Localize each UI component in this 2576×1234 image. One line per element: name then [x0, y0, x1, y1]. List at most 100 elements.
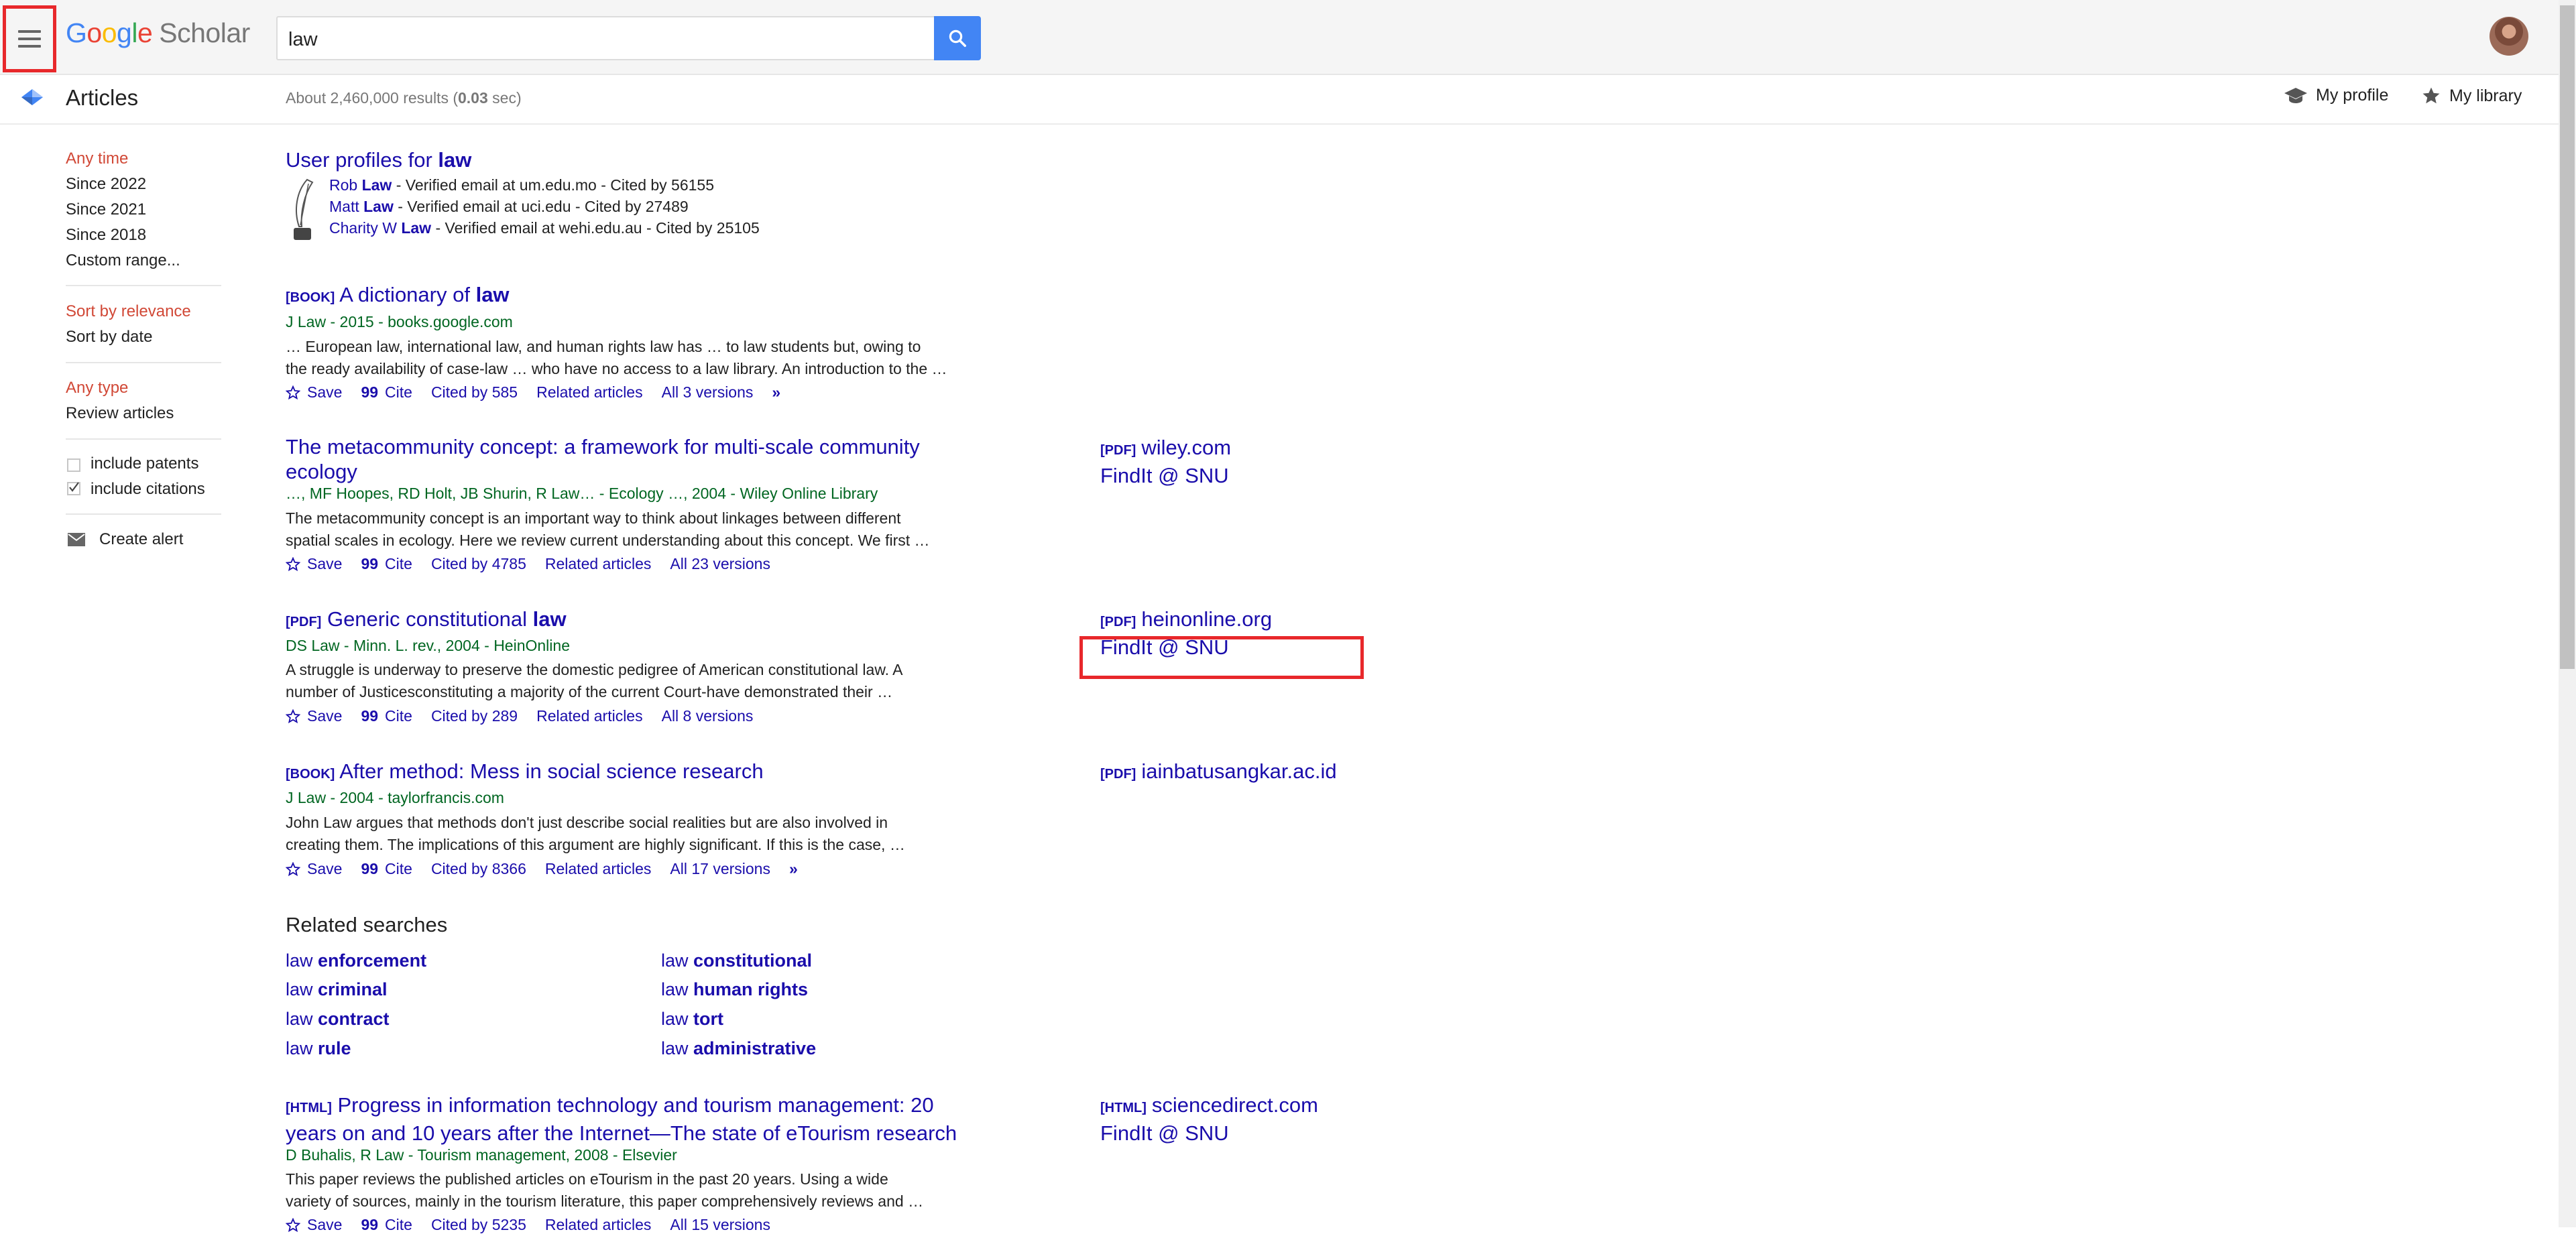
search-button[interactable] — [934, 16, 981, 60]
sidebar-divider — [66, 285, 221, 286]
result-snippet: The metacommunity concept is an importan… — [286, 509, 930, 549]
filter-since-2022[interactable]: Since 2022 — [66, 175, 146, 194]
cited-by-link[interactable]: Cited by 289 — [431, 707, 518, 725]
profile-link[interactable]: Charity W Law — [329, 219, 431, 237]
save-button[interactable]: Save — [307, 383, 342, 402]
cite-button[interactable]: Cite — [385, 383, 412, 402]
save-button[interactable]: Save — [307, 707, 342, 725]
related-search-link[interactable]: law contract — [286, 1009, 390, 1030]
my-library-link[interactable]: My library — [2421, 86, 2522, 106]
result-title[interactable]: [BOOK] A dictionary of law — [286, 282, 510, 310]
cited-by-link[interactable]: Cited by 585 — [431, 383, 518, 402]
create-alert-link[interactable] — [67, 532, 86, 550]
scholar-cap-icon — [21, 89, 43, 105]
more-chevron-icon[interactable]: » — [789, 860, 798, 878]
star-outline-icon[interactable] — [286, 385, 300, 400]
related-articles-link[interactable]: Related articles — [536, 707, 643, 725]
save-button[interactable]: Save — [307, 860, 342, 878]
related-articles-link[interactable]: Related articles — [536, 383, 643, 402]
account-avatar[interactable] — [2490, 17, 2528, 56]
related-articles-link[interactable]: Related articles — [545, 555, 652, 573]
sort-by-relevance[interactable]: Sort by relevance — [66, 302, 191, 321]
result-meta: D Buhalis, R Law - Tourism management, 2… — [286, 1146, 677, 1164]
scrollbar-thumb[interactable] — [2560, 5, 2575, 669]
more-chevron-icon[interactable]: » — [772, 383, 780, 402]
related-search-link[interactable]: law human rights — [661, 979, 808, 1000]
star-outline-icon[interactable] — [286, 1217, 300, 1233]
type-any[interactable]: Any type — [66, 379, 128, 397]
user-profiles-title[interactable]: User profiles for law — [286, 147, 471, 172]
findit-link[interactable]: FindIt @ SNU — [1100, 464, 1229, 488]
quote-icon[interactable]: 99 — [361, 555, 378, 573]
related-articles-link[interactable]: Related articles — [545, 1216, 652, 1234]
cite-button[interactable]: Cite — [385, 1216, 412, 1234]
type-review-articles[interactable]: Review articles — [66, 404, 174, 423]
star-outline-icon[interactable] — [286, 708, 300, 724]
all-versions-link[interactable]: All 8 versions — [662, 707, 754, 725]
result-title[interactable]: [BOOK] After method: Mess in social scie… — [286, 759, 764, 787]
related-search-link[interactable]: law rule — [286, 1038, 351, 1059]
result-title[interactable]: The metacommunity concept: a framework f… — [286, 434, 920, 484]
result-title[interactable]: [HTML] Progress in information technolog… — [286, 1093, 957, 1146]
save-button[interactable]: Save — [307, 555, 342, 573]
profile-link[interactable]: Matt Law — [329, 198, 394, 215]
cited-by-link[interactable]: Cited by 4785 — [431, 555, 526, 573]
cite-button[interactable]: Cite — [385, 860, 412, 878]
cited-by-link[interactable]: Cited by 5235 — [431, 1216, 526, 1234]
result-actions: Save 99 Cite Cited by 5235 Related artic… — [286, 1216, 789, 1234]
star-outline-icon[interactable] — [286, 861, 300, 877]
findit-link[interactable]: FindIt @ SNU — [1100, 1121, 1229, 1146]
all-versions-link[interactable]: All 23 versions — [670, 555, 770, 573]
pdf-source-link[interactable]: [PDF] heinonline.org — [1100, 607, 1272, 631]
sidebar-divider — [66, 362, 221, 363]
related-articles-link[interactable]: Related articles — [545, 860, 652, 878]
create-alert-label[interactable]: Create alert — [99, 530, 183, 549]
hamburger-icon — [18, 30, 41, 48]
pdf-source-link[interactable]: [PDF] iainbatusangkar.ac.id — [1100, 759, 1337, 784]
star-outline-icon[interactable] — [286, 556, 300, 572]
include-citations-label[interactable]: include citations — [91, 480, 205, 499]
all-versions-link[interactable]: All 15 versions — [670, 1216, 770, 1234]
section-label: Articles — [66, 85, 139, 110]
result-title[interactable]: [PDF] Generic constitutional law — [286, 607, 567, 635]
quote-icon[interactable]: 99 — [361, 383, 378, 402]
filter-any-time[interactable]: Any time — [66, 149, 128, 168]
related-searches-heading: Related searches — [286, 913, 448, 936]
profile-link[interactable]: Rob Law — [329, 176, 392, 194]
filter-since-2018[interactable]: Since 2018 — [66, 226, 146, 245]
pdf-source-link[interactable]: [PDF] wiley.com — [1100, 436, 1231, 460]
related-search-link[interactable]: law constitutional — [661, 950, 812, 971]
quote-icon[interactable]: 99 — [361, 1216, 378, 1234]
quote-icon[interactable]: 99 — [361, 860, 378, 878]
result-snippet: … European law, international law, and h… — [286, 338, 947, 377]
include-patents-label[interactable]: include patents — [91, 454, 198, 473]
filter-custom-range[interactable]: Custom range... — [66, 251, 180, 270]
result-meta: J Law - 2004 - taylorfrancis.com — [286, 789, 504, 806]
result-snippet: John Law argues that methods don't just … — [286, 814, 905, 853]
sort-by-date[interactable]: Sort by date — [66, 328, 152, 347]
include-patents-checkbox[interactable] — [67, 458, 80, 472]
my-profile-link[interactable]: My profile — [2284, 86, 2388, 105]
related-search-link[interactable]: law administrative — [661, 1038, 816, 1059]
cite-button[interactable]: Cite — [385, 707, 412, 725]
all-versions-link[interactable]: All 3 versions — [662, 383, 754, 402]
google-scholar-logo[interactable]: Google Scholar — [66, 17, 250, 49]
all-versions-link[interactable]: All 17 versions — [670, 860, 770, 878]
save-button[interactable]: Save — [307, 1216, 342, 1234]
related-search-link[interactable]: law enforcement — [286, 950, 426, 971]
star-icon — [2422, 87, 2440, 104]
related-search-link[interactable]: law criminal — [286, 979, 388, 1000]
main-menu-button[interactable] — [3, 5, 56, 72]
include-citations-checkbox[interactable] — [67, 482, 80, 495]
search-box[interactable] — [276, 16, 935, 60]
cite-button[interactable]: Cite — [385, 555, 412, 573]
annotation-highlight-box — [1079, 636, 1364, 679]
results-count: About 2,460,000 results (0.03 sec) — [286, 89, 522, 107]
cited-by-link[interactable]: Cited by 8366 — [431, 860, 526, 878]
html-source-link[interactable]: [HTML] sciencedirect.com — [1100, 1093, 1318, 1117]
filter-since-2021[interactable]: Since 2021 — [66, 200, 146, 219]
quote-icon[interactable]: 99 — [361, 707, 378, 725]
related-search-link[interactable]: law tort — [661, 1009, 723, 1030]
result-actions: Save 99 Cite Cited by 8366 Related artic… — [286, 860, 817, 878]
search-input[interactable] — [287, 26, 920, 53]
